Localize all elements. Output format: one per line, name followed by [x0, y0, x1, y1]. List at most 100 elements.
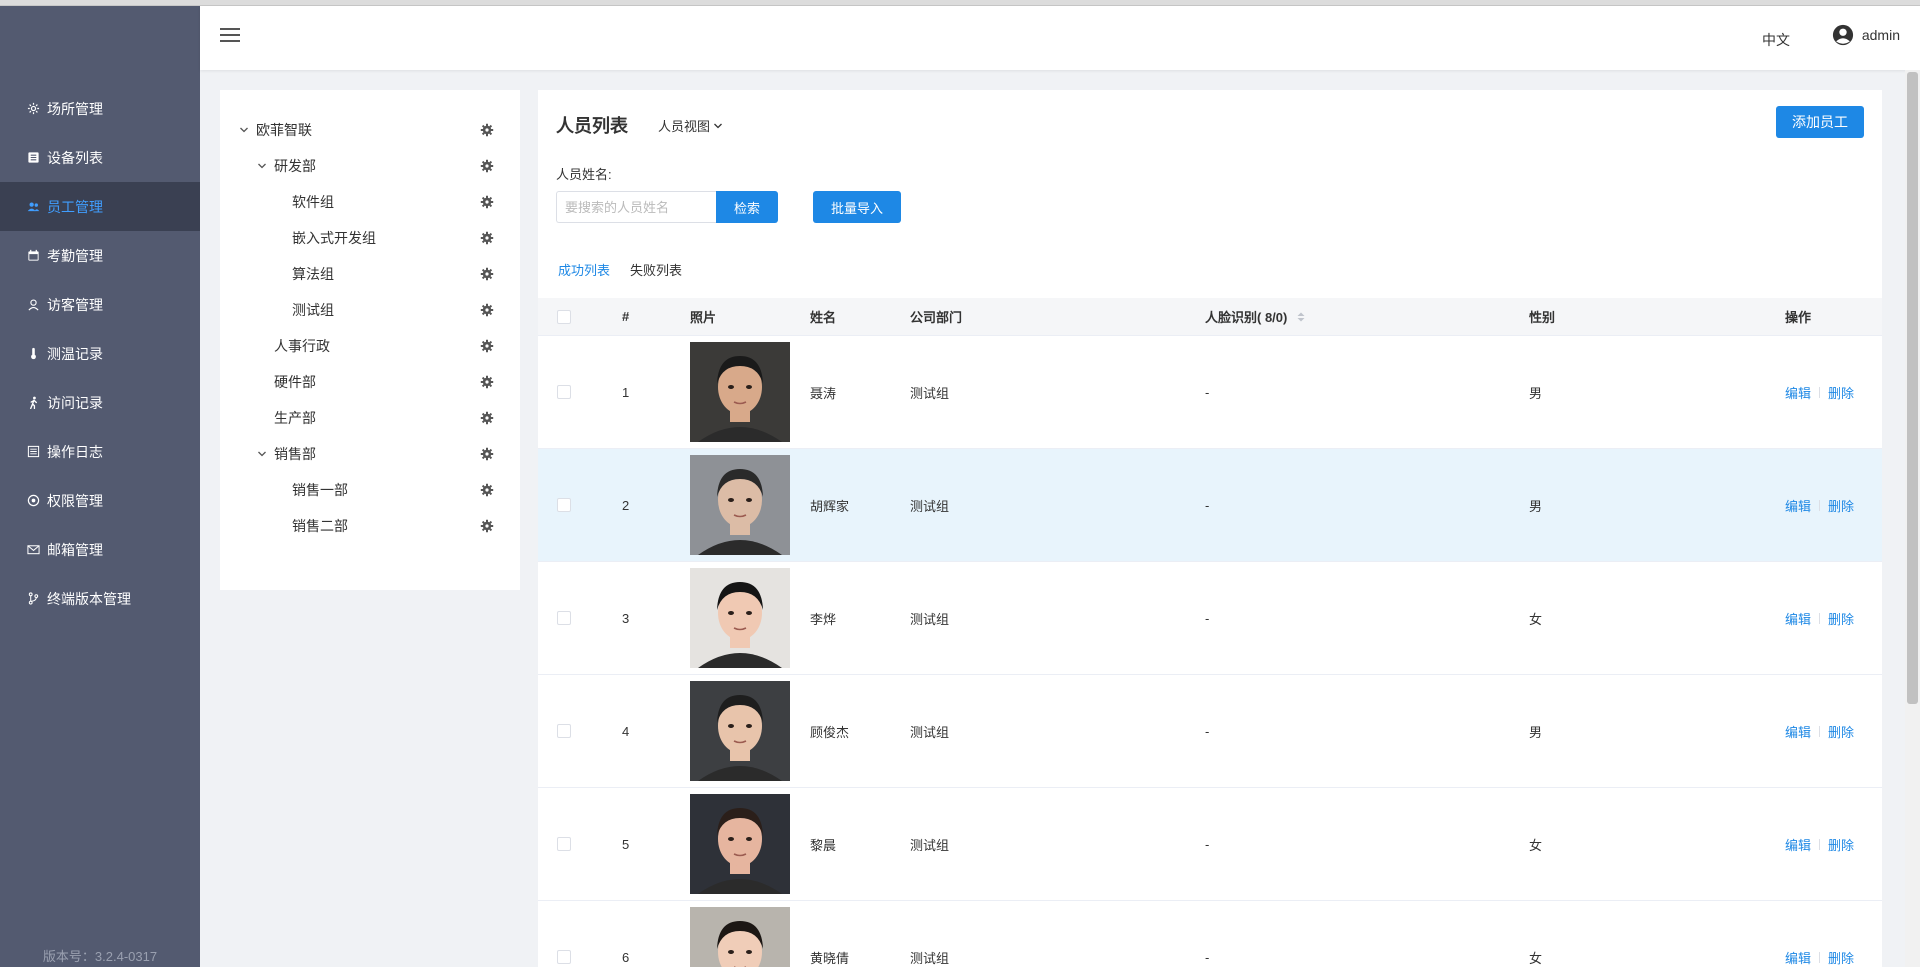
face-recognition-status: -	[1205, 723, 1210, 739]
people-list-card: 人员列表 人员视图 添加员工 人员姓名: 检索 批量导入 成功列表 失败列表 #…	[538, 90, 1882, 967]
gear-icon[interactable]	[480, 123, 494, 137]
chevron-down-icon[interactable]	[238, 124, 250, 136]
gear-icon[interactable]	[480, 231, 494, 245]
delete-link[interactable]: 删除	[1828, 609, 1854, 628]
employee-name: 顾俊杰	[810, 724, 850, 740]
select-all-checkbox[interactable]	[557, 309, 571, 324]
sidebar-item-6[interactable]: 测温记录	[0, 329, 200, 378]
user-menu[interactable]: admin	[1832, 24, 1900, 46]
shield-icon	[26, 494, 40, 508]
chevron-down-icon[interactable]	[256, 448, 268, 460]
table-row[interactable]: 4 顾俊杰 测试组 - 男 编辑 删除	[538, 675, 1882, 788]
tree-node[interactable]: 嵌入式开发组	[220, 220, 520, 256]
search-input[interactable]	[556, 191, 716, 223]
edit-link[interactable]: 编辑	[1785, 496, 1811, 515]
tree-node[interactable]: 欧菲智联	[220, 112, 520, 148]
sidebar-item-label: 考勤管理	[47, 247, 103, 264]
batch-import-button[interactable]: 批量导入	[813, 191, 901, 223]
tree-node[interactable]: 人事行政	[220, 328, 520, 364]
sidebar-item-3[interactable]: 员工管理	[0, 182, 200, 231]
tree-node[interactable]: 测试组	[220, 292, 520, 328]
table-row[interactable]: 1 聂涛 测试组 - 男 编辑 删除	[538, 336, 1882, 449]
edit-link[interactable]: 编辑	[1785, 948, 1811, 967]
delete-link[interactable]: 删除	[1828, 722, 1854, 741]
row-actions: 编辑 删除	[1785, 383, 1882, 402]
table-row[interactable]: 5 黎晨 测试组 - 女 编辑 删除	[538, 788, 1882, 901]
sidebar-item-1[interactable]: 场所管理	[0, 84, 200, 133]
gear-icon[interactable]	[480, 447, 494, 461]
table-row[interactable]: 2 胡辉家 测试组 - 男 编辑 删除	[538, 449, 1882, 562]
tree-node-label: 硬件部	[274, 374, 316, 390]
tab-success-list[interactable]: 成功列表	[558, 260, 610, 279]
sidebar-item-label: 员工管理	[47, 198, 103, 215]
version-label: 版本号：3.2.4-0317	[42, 949, 158, 964]
tree-node[interactable]: 生产部	[220, 400, 520, 436]
gear-icon[interactable]	[480, 195, 494, 209]
row-checkbox[interactable]	[557, 385, 571, 399]
tree-node[interactable]: 销售部	[220, 436, 520, 472]
delete-link[interactable]: 删除	[1828, 835, 1854, 854]
sidebar-item-9[interactable]: 权限管理	[0, 476, 200, 525]
walking-icon	[26, 396, 40, 410]
gear-icon[interactable]	[480, 339, 494, 353]
gear-icon[interactable]	[480, 159, 494, 173]
sidebar-item-4[interactable]: 考勤管理	[0, 231, 200, 280]
language-switch[interactable]: 中文	[1762, 30, 1790, 50]
branch-icon	[26, 592, 40, 606]
edit-link[interactable]: 编辑	[1785, 722, 1811, 741]
tree-node-label: 销售一部	[292, 482, 348, 498]
gear-icon[interactable]	[480, 375, 494, 389]
gear-icon[interactable]	[480, 411, 494, 425]
tree-node[interactable]: 销售二部	[220, 508, 520, 544]
chevron-down-icon[interactable]	[256, 160, 268, 172]
delete-link[interactable]: 删除	[1828, 948, 1854, 967]
row-checkbox[interactable]	[557, 611, 571, 625]
calendar-icon	[26, 249, 40, 263]
row-checkbox[interactable]	[557, 724, 571, 738]
page-title: 人员列表	[556, 116, 628, 136]
table-row[interactable]: 6 黄晓倩 测试组 - 女 编辑 删除	[538, 901, 1882, 967]
col-header-face[interactable]: 人脸识别( 8/0)	[1205, 307, 1529, 326]
sidebar-item-11[interactable]: 终端版本管理	[0, 574, 200, 623]
add-employee-button[interactable]: 添加员工	[1776, 106, 1864, 138]
gear-icon[interactable]	[480, 267, 494, 281]
sidebar-item-5[interactable]: 访客管理	[0, 280, 200, 329]
tree-node[interactable]: 硬件部	[220, 364, 520, 400]
tree-node-label: 测试组	[292, 302, 334, 318]
search-button[interactable]: 检索	[716, 191, 778, 223]
table-row[interactable]: 3 李烨 测试组 - 女 编辑 删除	[538, 562, 1882, 675]
sidebar-item-8[interactable]: 操作日志	[0, 427, 200, 476]
view-dropdown[interactable]: 人员视图	[658, 116, 723, 135]
edit-link[interactable]: 编辑	[1785, 835, 1811, 854]
sidebar-item-2[interactable]: 设备列表	[0, 133, 200, 182]
sort-icon[interactable]	[1297, 312, 1305, 322]
edit-link[interactable]: 编辑	[1785, 383, 1811, 402]
gear-icon[interactable]	[480, 303, 494, 317]
menu-toggle-icon[interactable]	[220, 28, 240, 44]
tree-node[interactable]: 软件组	[220, 184, 520, 220]
table-header: # 照片 姓名 公司部门 人脸识别( 8/0) 性别 操作	[538, 298, 1882, 336]
delete-link[interactable]: 删除	[1828, 383, 1854, 402]
action-divider	[1819, 838, 1821, 850]
row-checkbox[interactable]	[557, 950, 571, 964]
row-checkbox[interactable]	[557, 837, 571, 851]
search-label: 人员姓名:	[556, 167, 612, 182]
delete-link[interactable]: 删除	[1828, 496, 1854, 515]
page-scrollbar-thumb[interactable]	[1907, 72, 1918, 704]
edit-link[interactable]: 编辑	[1785, 609, 1811, 628]
tree-node[interactable]: 销售一部	[220, 472, 520, 508]
gear-icon[interactable]	[480, 483, 494, 497]
row-checkbox[interactable]	[557, 498, 571, 512]
tree-node[interactable]: 算法组	[220, 256, 520, 292]
tree-node-label: 算法组	[292, 266, 334, 282]
tab-failed-list[interactable]: 失败列表	[630, 260, 682, 279]
sidebar-item-label: 访问记录	[47, 394, 103, 411]
sidebar-item-10[interactable]: 邮箱管理	[0, 525, 200, 574]
sidebar-item-7[interactable]: 访问记录	[0, 378, 200, 427]
tree-node[interactable]: 研发部	[220, 148, 520, 184]
action-divider	[1819, 725, 1821, 737]
gear-icon[interactable]	[480, 519, 494, 533]
employee-gender: 男	[1529, 498, 1543, 514]
visitor-icon	[26, 298, 40, 312]
gear-icon	[26, 102, 40, 116]
